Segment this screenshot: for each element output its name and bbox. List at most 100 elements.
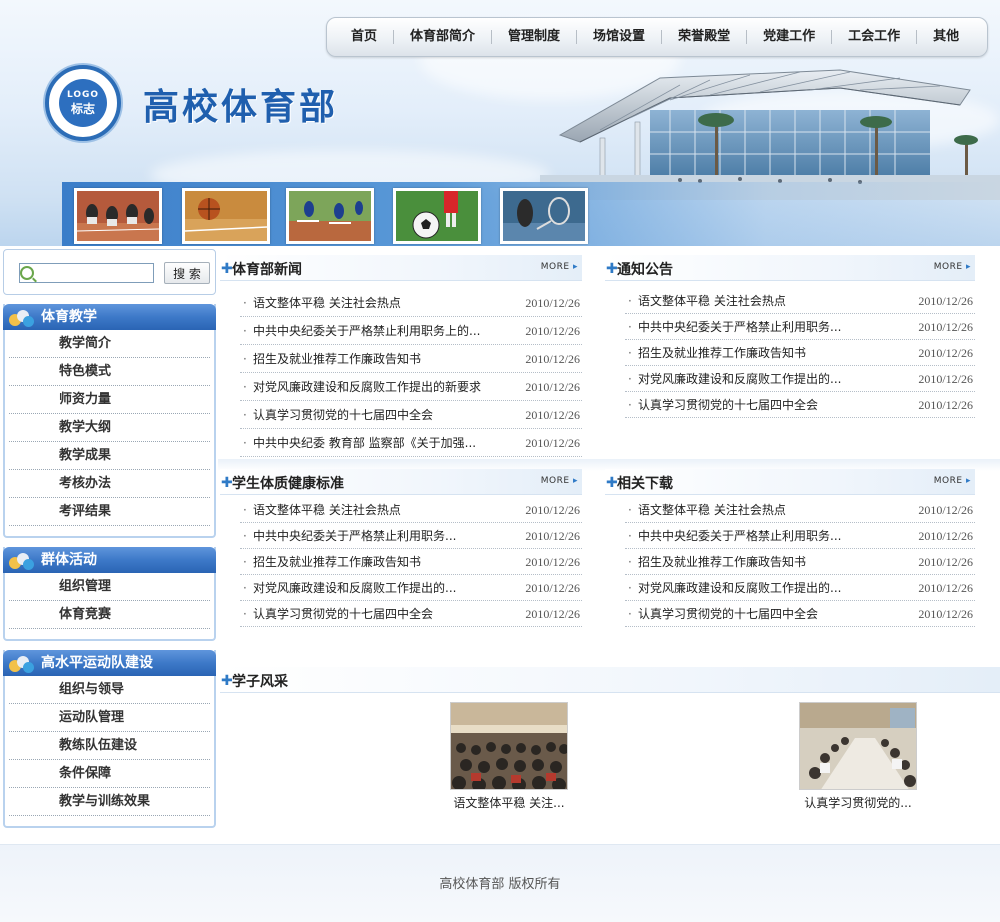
download-list: · 语文整体平稳 关注社会热点 2010/12/26 · 中共中央纪委关于严格禁止利用… xyxy=(625,497,975,627)
student-caption: 语文整体平稳 关注... xyxy=(453,796,565,810)
section-header-health: ✚ 学生体质健康标准 MORE ▸ xyxy=(220,469,582,495)
search-input[interactable] xyxy=(19,263,154,283)
list-item[interactable]: · 对党风廉政建设和反腐败工作提出的... 2010/12/26 xyxy=(240,575,582,601)
more-link[interactable]: MORE ▸ xyxy=(934,476,971,486)
stadium-illustration xyxy=(540,69,1000,200)
photo-basketball[interactable] xyxy=(182,188,270,244)
list-item[interactable]: · 语文整体平稳 关注社会热点 2010/12/26 xyxy=(240,497,582,523)
sidebar-item[interactable]: 组织与领导 xyxy=(9,676,210,704)
list-item[interactable]: · 认真学习贯彻党的十七届四中全会 2010/12/26 xyxy=(625,392,975,418)
plus-icon: ✚ xyxy=(606,261,618,277)
sidebar-heading: 体育教学 xyxy=(3,304,216,330)
section-header-download: ✚ 相关下载 MORE ▸ xyxy=(605,469,975,495)
meeting-photo xyxy=(450,702,568,790)
search-box: 搜 索 xyxy=(3,249,216,295)
search-icon xyxy=(20,266,34,280)
section-title: 学生体质健康标准 xyxy=(232,476,344,492)
news-list: · 语文整体平稳 关注社会热点 2010/12/26 · 中共中央纪委关于严格禁止利用… xyxy=(240,289,582,457)
sidebar-item[interactable]: 教学与训练效果 xyxy=(9,788,210,816)
section-header-news: ✚ 体育部新闻 MORE ▸ xyxy=(220,255,582,281)
plus-icon: ✚ xyxy=(221,261,233,277)
notice-list: · 语文整体平稳 关注社会热点 2010/12/26 · 中共中央纪委关于严格禁止利用… xyxy=(625,288,975,418)
balls-icon xyxy=(9,654,35,674)
section-header-students: ✚ 学子风采 xyxy=(220,667,1000,693)
list-item[interactable]: · 对党风廉政建设和反腐败工作提出的... 2010/12/26 xyxy=(625,366,975,392)
footer-copyright: 高校体育部 版权所有 xyxy=(439,877,561,892)
sidebar-item[interactable]: 条件保障 xyxy=(9,760,210,788)
nav-item-union[interactable]: 工会工作 xyxy=(832,18,916,56)
list-item[interactable]: · 中共中央纪委 教育部 监察部《关于加强... 2010/12/26 xyxy=(240,429,582,457)
sidebar-heading-text: 群体活动 xyxy=(41,552,97,568)
nav-item-other[interactable]: 其他 xyxy=(917,18,965,56)
sidebar-item[interactable]: 教学简介 xyxy=(9,330,210,358)
nav-item-intro[interactable]: 体育部简介 xyxy=(394,18,491,56)
header-banner: LOGO 标志 高校体育部 首页 体育部简介 管理制度 场馆设置 荣誉殿堂 党建… xyxy=(0,0,1000,246)
sidebar-item[interactable]: 考评结果 xyxy=(9,498,210,526)
site-logo[interactable]: LOGO 标志 xyxy=(45,65,121,141)
sidebar-item[interactable]: 运动队管理 xyxy=(9,704,210,732)
list-item[interactable]: · 语文整体平稳 关注社会热点 2010/12/26 xyxy=(240,289,582,317)
sidebar-item[interactable]: 考核办法 xyxy=(9,470,210,498)
sidebar-heading: 群体活动 xyxy=(3,547,216,573)
nav-item-party[interactable]: 党建工作 xyxy=(747,18,831,56)
sidebar-item[interactable]: 体育竞赛 xyxy=(9,601,210,629)
list-item[interactable]: · 认真学习贯彻党的十七届四中全会 2010/12/26 xyxy=(625,601,975,627)
sidebar-item[interactable]: 教学成果 xyxy=(9,442,210,470)
student-photo-card[interactable]: 认真学习贯彻党的... xyxy=(799,702,917,811)
list-item[interactable]: · 招生及就业推荐工作廉政告知书 2010/12/26 xyxy=(625,340,975,366)
photo-hurdles[interactable] xyxy=(286,188,374,244)
nav-item-honors[interactable]: 荣誉殿堂 xyxy=(662,18,746,56)
sidebar-item[interactable]: 组织管理 xyxy=(9,573,210,601)
list-item[interactable]: · 中共中央纪委关于严格禁止利用职务... 2010/12/26 xyxy=(625,523,975,549)
main-nav: 首页 体育部简介 管理制度 场馆设置 荣誉殿堂 党建工作 工会工作 其他 xyxy=(326,17,988,57)
conference-photo xyxy=(799,702,917,790)
sidebar-group: 群体活动 组织管理 体育竞赛 xyxy=(3,547,216,641)
sidebar-elite: 高水平运动队建设 组织与领导 运动队管理 教练队伍建设 条件保障 教学与训练效果 xyxy=(3,650,216,828)
list-item[interactable]: · 中共中央纪委关于严格禁止利用职务... 2010/12/26 xyxy=(240,523,582,549)
student-photo-card[interactable]: 语文整体平稳 关注... xyxy=(450,702,568,811)
section-title: 通知公告 xyxy=(617,262,673,278)
nav-item-venues[interactable]: 场馆设置 xyxy=(577,18,661,56)
section-title: 体育部新闻 xyxy=(232,262,302,278)
sidebar-heading-text: 体育教学 xyxy=(41,309,97,325)
section-title: 相关下载 xyxy=(617,476,673,492)
list-item[interactable]: · 中共中央纪委关于严格禁止利用职务... 2010/12/26 xyxy=(625,314,975,340)
more-link[interactable]: MORE ▸ xyxy=(541,476,578,486)
sidebar-item[interactable]: 教练队伍建设 xyxy=(9,732,210,760)
search-button[interactable]: 搜 索 xyxy=(164,262,210,284)
balls-icon xyxy=(9,308,35,328)
list-item[interactable]: · 中共中央纪委关于严格禁止利用职务上的... 2010/12/26 xyxy=(240,317,582,345)
more-link[interactable]: MORE ▸ xyxy=(541,262,578,272)
section-title: 学子风采 xyxy=(232,674,288,690)
list-item[interactable]: · 招生及就业推荐工作廉政告知书 2010/12/26 xyxy=(240,549,582,575)
photo-sprinters[interactable] xyxy=(74,188,162,244)
list-item[interactable]: · 认真学习贯彻党的十七届四中全会 2010/12/26 xyxy=(240,601,582,627)
photo-tennis[interactable] xyxy=(500,188,588,244)
sidebar-item[interactable]: 教学大纲 xyxy=(9,414,210,442)
sidebar-item[interactable]: 师资力量 xyxy=(9,386,210,414)
list-item[interactable]: · 语文整体平稳 关注社会热点 2010/12/26 xyxy=(625,288,975,314)
photo-soccer[interactable] xyxy=(393,188,481,244)
list-item[interactable]: · 招生及就业推荐工作廉政告知书 2010/12/26 xyxy=(240,345,582,373)
list-item[interactable]: · 对党风廉政建设和反腐败工作提出的新要求 2010/12/26 xyxy=(240,373,582,401)
nav-item-home[interactable]: 首页 xyxy=(335,18,393,56)
list-item[interactable]: · 招生及就业推荐工作廉政告知书 2010/12/26 xyxy=(625,549,975,575)
more-link[interactable]: MORE ▸ xyxy=(934,262,971,272)
student-caption: 认真学习贯彻党的... xyxy=(804,796,912,810)
plus-icon: ✚ xyxy=(221,673,233,689)
plus-icon: ✚ xyxy=(221,475,233,491)
list-item[interactable]: · 认真学习贯彻党的十七届四中全会 2010/12/26 xyxy=(240,401,582,429)
site-title: 高校体育部 xyxy=(143,87,339,128)
health-list: · 语文整体平稳 关注社会热点 2010/12/26 · 中共中央纪委关于严格禁止利用… xyxy=(240,497,582,627)
list-item[interactable]: · 对党风廉政建设和反腐败工作提出的... 2010/12/26 xyxy=(625,575,975,601)
footer: 高校体育部 版权所有 xyxy=(0,844,1000,922)
sidebar-item[interactable]: 特色模式 xyxy=(9,358,210,386)
list-item[interactable]: · 语文整体平稳 关注社会热点 2010/12/26 xyxy=(625,497,975,523)
logo-text: LOGO xyxy=(66,89,100,100)
section-header-notice: ✚ 通知公告 MORE ▸ xyxy=(605,255,975,281)
sidebar-heading-text: 高水平运动队建设 xyxy=(41,655,153,671)
sidebar-heading: 高水平运动队建设 xyxy=(3,650,216,676)
plus-icon: ✚ xyxy=(606,475,618,491)
sidebar-teaching: 体育教学 教学简介 特色模式 师资力量 教学大纲 教学成果 考核办法 考评结果 xyxy=(3,304,216,538)
nav-item-rules[interactable]: 管理制度 xyxy=(492,18,576,56)
